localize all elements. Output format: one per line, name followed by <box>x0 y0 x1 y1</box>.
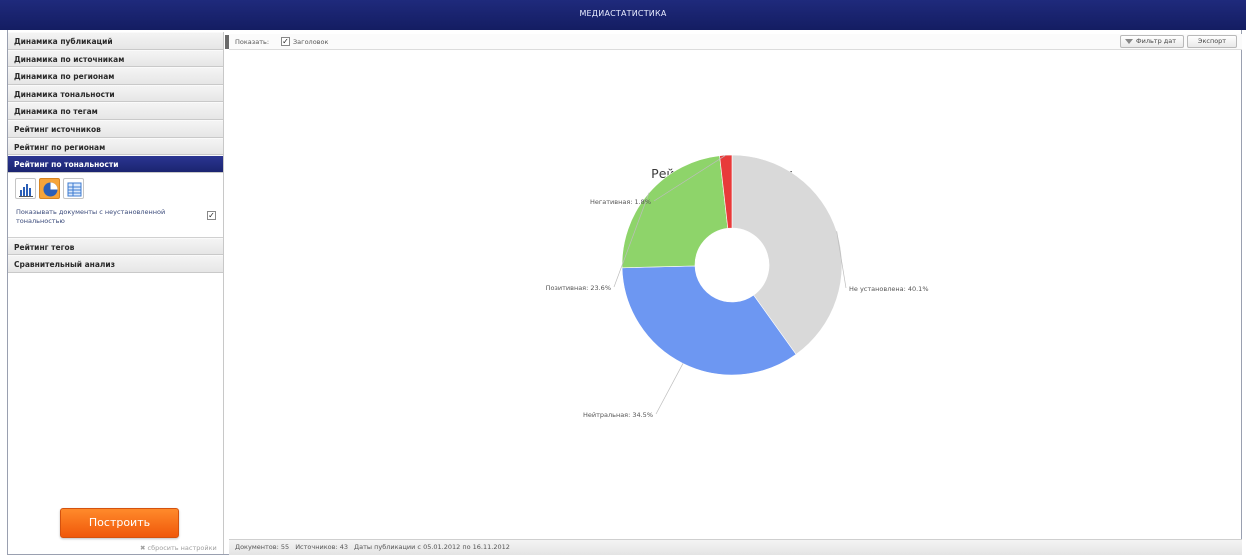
nav-item-sources-rating[interactable]: Рейтинг источников <box>8 119 223 138</box>
publication-dates: Даты публикации с 05.01.2012 по 16.11.20… <box>354 543 510 551</box>
pie-chart-view-button[interactable] <box>39 177 60 199</box>
date-filter-label: Фильтр дат <box>1136 37 1177 45</box>
header-checkbox[interactable]: ✓ <box>281 37 290 46</box>
pie-chart-icon <box>43 182 58 197</box>
pie-label-3: Негативная: 1.8% <box>590 198 651 206</box>
documents-count: Документов: 55 <box>235 543 290 551</box>
show-undetermined-tonality-label: Показывать документы с неустановленной т… <box>16 207 166 225</box>
chart-toolbar: Показать: ✓ Заголовок Фильтр дат Экспорт <box>229 34 1242 50</box>
table-icon <box>67 182 82 197</box>
nav-item-tonality-dynamics[interactable]: Динамика тональности <box>8 84 223 103</box>
bar-chart-icon <box>19 183 33 197</box>
pie-slices <box>621 154 843 376</box>
sidebar: Динамика публикаций Динамика по источник… <box>8 32 224 554</box>
app-title: МЕДИАСТАТИСТИКА <box>579 9 667 18</box>
nav-item-tags-rating[interactable]: Рейтинг тегов <box>8 237 223 256</box>
nav-item-regions-rating[interactable]: Рейтинг по регионам <box>8 137 223 156</box>
nav-item-tonality-rating[interactable]: Рейтинг по тональности <box>8 155 223 173</box>
build-button[interactable]: Построить <box>60 508 179 538</box>
show-undetermined-tonality-checkbox[interactable]: ✓ <box>207 210 216 220</box>
pie-slice-2[interactable] <box>621 155 729 269</box>
nav-item-tags-dynamics[interactable]: Динамика по тегам <box>8 102 223 120</box>
pie-label-2: Позитивная: 23.6% <box>546 284 611 292</box>
visualization-options-panel: Показывать документы с неустановленной т… <box>8 173 223 238</box>
export-button[interactable]: Экспорт <box>1187 35 1237 48</box>
nav-item-sources-dynamics[interactable]: Динамика по источникам <box>8 49 223 68</box>
date-filter-button[interactable]: Фильтр дат <box>1120 35 1184 48</box>
nav-list-bottom: Рейтинг тегов Сравнительный анализ <box>8 237 223 273</box>
pie-leader-line-1 <box>655 363 684 415</box>
header-checkbox-label: Заголовок <box>293 38 329 46</box>
chart-area: Рейтинг тональности Не установлена: 40.1… <box>229 51 1242 537</box>
bar-chart-view-button[interactable] <box>15 177 36 199</box>
sources-count: Источников: 43 <box>295 543 348 551</box>
reset-settings-link[interactable]: ✖ сбросить настройки <box>140 544 217 552</box>
nav-item-publication-dynamics[interactable]: Динамика публикаций <box>8 32 223 50</box>
nav-item-comparative-analysis[interactable]: Сравнительный анализ <box>8 255 223 273</box>
filter-icon <box>1125 39 1133 44</box>
app-title-bar: МЕДИАСТАТИСТИКА <box>0 0 1246 30</box>
status-bar: Документов: 55 Источников: 43 Даты публи… <box>229 539 1242 555</box>
table-view-button[interactable] <box>63 177 84 199</box>
pie-label-0: Не установлена: 40.1% <box>849 285 929 293</box>
nav-item-regions-dynamics[interactable]: Динамика по регионам <box>8 67 223 85</box>
pie-label-1: Нейтральная: 34.5% <box>583 411 653 419</box>
tonality-pie-chart: Рейтинг тональности Не установлена: 40.1… <box>546 154 929 419</box>
show-label: Показать: <box>235 38 270 46</box>
nav-list-top: Динамика публикаций Динамика по источник… <box>8 32 223 173</box>
